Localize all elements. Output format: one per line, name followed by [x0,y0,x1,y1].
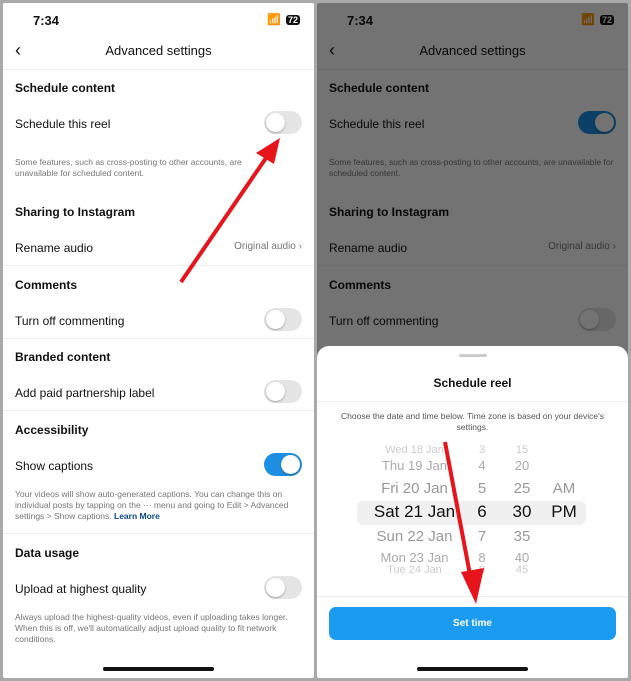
picker-option[interactable]: 40 [507,550,537,565]
rename-audio-value[interactable]: Original audio › [234,241,302,252]
back-icon[interactable]: ‹ [15,40,21,61]
section-data: Data usage [15,546,80,560]
divider [317,401,628,402]
picker-option[interactable]: Tue 24 Jan [372,564,457,576]
schedule-sheet: Schedule reel Choose the date and time b… [317,346,628,678]
section-branded: Branded content [15,350,111,364]
picker-option[interactable]: 8 [472,550,492,565]
sheet-description: Choose the date and time below. Time zon… [341,411,604,432]
picker-option[interactable]: 5 [472,480,492,497]
picker-option[interactable]: Sun 22 Jan [372,528,457,545]
left-phone: 7:34 📶 72 ‹ Advanced settings Schedule con… [3,3,314,678]
set-time-button[interactable]: Set time [329,607,616,640]
captions-note: Your videos will show auto-generated cap… [15,489,302,522]
sheet-title: Schedule reel [433,376,512,390]
status-icons: 📶 72 [267,13,300,26]
picker-option[interactable]: 30 [507,502,537,522]
picker-option[interactable]: AM [549,480,579,497]
status-time: 7:34 [33,13,60,28]
divider [3,265,314,266]
picker-option[interactable]: 9 [472,564,492,576]
date-time-picker[interactable]: Wed 18 Jan Thu 19 Jan Fri 20 Jan Sat 21 Jan… [317,444,628,579]
battery-icon: 72 [285,14,300,25]
picker-option[interactable]: 35 [507,528,537,545]
captions-label: Show captions [15,459,94,473]
picker-option[interactable]: 15 [507,444,537,456]
divider [317,596,628,597]
quality-label: Upload at highest quality [15,582,147,596]
quality-note: Always upload the highest-quality videos… [15,612,288,644]
commenting-label: Turn off commenting [15,314,125,328]
right-phone: 7:34 📶72 ‹Advanced settings Schedule con… [317,3,628,678]
sheet-grabber[interactable] [459,354,487,357]
divider [3,533,314,534]
home-indicator [103,667,214,671]
commenting-toggle[interactable] [264,308,302,331]
picker-option[interactable]: Wed 18 Jan [372,444,457,456]
page-title: Advanced settings [105,43,212,58]
divider [3,410,314,411]
section-comments: Comments [15,278,78,292]
picker-option[interactable]: 20 [507,458,537,473]
picker-option[interactable]: 25 [507,480,537,497]
picker-option[interactable]: Sat 21 Jan [372,502,457,522]
header: ‹ Advanced settings [3,40,314,70]
partnership-label: Add paid partnership label [15,386,155,400]
chevron-right-icon: › [298,241,302,252]
picker-option[interactable]: 7 [472,528,492,545]
schedule-toggle[interactable] [264,111,302,134]
home-indicator [417,667,528,671]
section-sharing: Sharing to Instagram [15,205,136,219]
learn-more-link[interactable]: Learn More [114,511,160,521]
section-accessibility: Accessibility [15,423,89,437]
picker-option[interactable]: 4 [472,458,492,473]
schedule-note: Some features, such as cross-posting to … [15,157,242,178]
picker-option[interactable]: 45 [507,564,537,576]
schedule-label: Schedule this reel [15,117,111,131]
picker-option[interactable]: 3 [472,444,492,456]
partnership-toggle[interactable] [264,380,302,403]
picker-option[interactable]: Mon 23 Jan [372,550,457,565]
captions-toggle[interactable] [264,453,302,476]
audio-value: Original audio [234,241,296,252]
picker-option[interactable]: Thu 19 Jan [372,458,457,473]
picker-option[interactable]: PM [549,502,579,522]
quality-toggle[interactable] [264,576,302,599]
section-schedule: Schedule content [15,81,116,95]
wifi-icon: 📶 [267,14,281,26]
picker-option[interactable]: Fri 20 Jan [372,480,457,497]
picker-option[interactable]: 6 [472,502,492,522]
divider [3,338,314,339]
